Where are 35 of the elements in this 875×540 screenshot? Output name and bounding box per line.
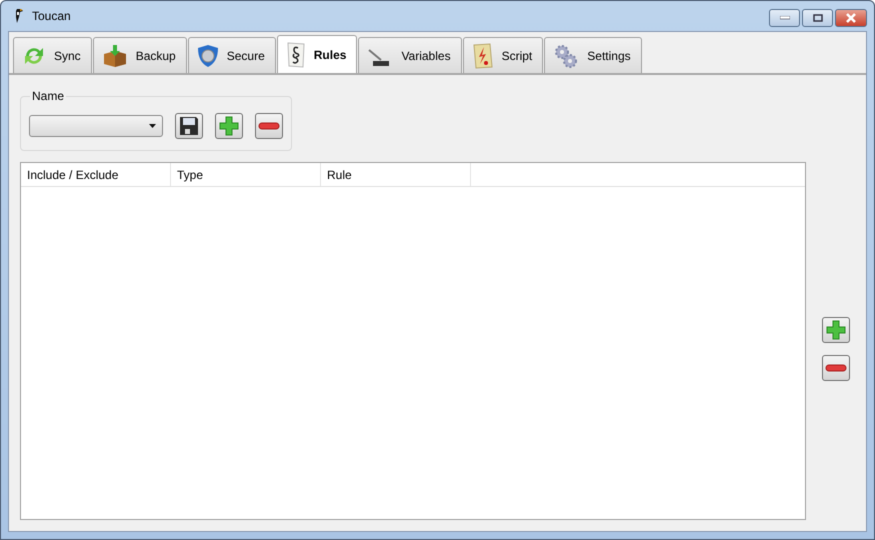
plus-icon: [219, 116, 239, 136]
tab[interactable]: Variables: [358, 37, 462, 73]
tab[interactable]: Secure: [188, 37, 276, 73]
minus-icon: [825, 364, 847, 372]
add-button[interactable]: [215, 113, 243, 139]
minimize-button[interactable]: [769, 9, 800, 27]
remove-rule-button[interactable]: [822, 354, 850, 380]
column-header[interactable]: Type: [171, 163, 321, 186]
gears-icon: [553, 42, 580, 68]
tab[interactable]: Backup: [92, 37, 187, 73]
paragraph-note-icon: [286, 42, 306, 68]
minus-icon: [258, 122, 280, 130]
tab[interactable]: Settings: [544, 37, 642, 73]
group-label: Name: [30, 89, 66, 103]
caret-icon: [149, 124, 156, 128]
toucan-icon: [14, 8, 24, 24]
add-rule-button[interactable]: [822, 316, 850, 342]
tab[interactable]: Sync: [13, 37, 92, 73]
tab[interactable]: Rules: [276, 35, 358, 73]
plus-icon: [826, 320, 846, 340]
minimize-icon: [780, 16, 790, 20]
window-title: Toucan: [32, 9, 71, 23]
column-header[interactable]: Include / Exclude: [21, 163, 171, 186]
close-icon: [845, 13, 857, 23]
save-button[interactable]: [175, 113, 203, 139]
maximize-button[interactable]: [802, 9, 833, 27]
tab[interactable]: Script: [462, 37, 544, 73]
script-page-icon: [472, 42, 494, 68]
shield-icon: [196, 44, 219, 68]
box-icon: [102, 44, 128, 68]
name-dropdown[interactable]: [29, 115, 163, 137]
column-header[interactable]: Rule: [321, 163, 471, 186]
remove-button[interactable]: [255, 113, 283, 139]
maximize-icon: [812, 14, 822, 22]
close-button[interactable]: [835, 9, 867, 27]
